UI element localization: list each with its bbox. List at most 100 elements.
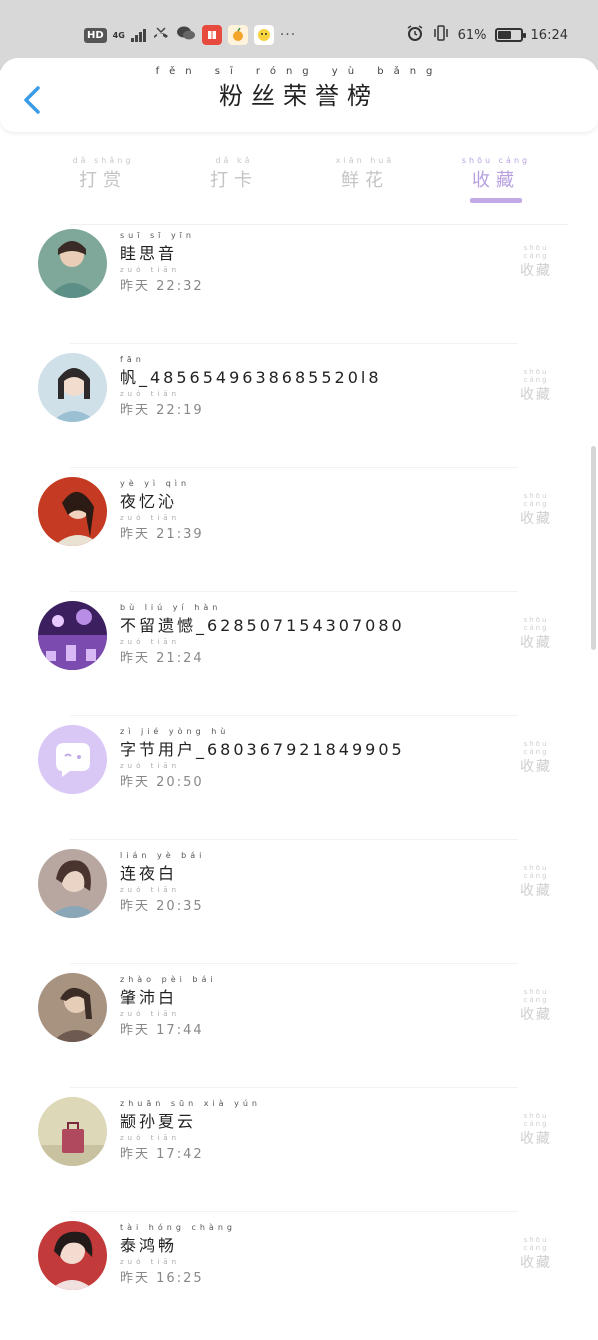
favorite-label: shōu cáng 收藏 — [514, 1112, 558, 1148]
list-item[interactable]: bù liú yí hàn 不留遗憾_628507154307080 zuó t… — [0, 596, 598, 720]
action-text: 收藏 — [520, 1007, 552, 1023]
avatar[interactable] — [38, 1097, 107, 1166]
tab-tip[interactable]: dǎ shǎng 打赏 — [58, 156, 148, 192]
tab-label: 打赏 — [79, 170, 127, 191]
divider — [70, 1087, 518, 1088]
tab-flowers[interactable]: xiān huā 鲜花 — [320, 156, 410, 192]
divider — [70, 467, 518, 468]
more-notifications-icon: ··· — [279, 27, 297, 43]
list-item[interactable]: zì jié yòng hù 字节用户_680367921849905 zuó … — [0, 720, 598, 844]
name-pinyin: suī sī yīn — [120, 231, 195, 240]
list-item[interactable]: tài hóng chàng 泰鸿畅 zuó tiān 昨天 16:25 shō… — [0, 1216, 598, 1340]
time-pinyin: zuó tiān — [120, 266, 181, 274]
timestamp: 昨天 17:42 — [120, 1143, 204, 1162]
time-pinyin: zuó tiān — [120, 1010, 181, 1018]
timestamp: 昨天 20:50 — [120, 771, 204, 790]
name-pinyin: zhuān sūn xià yún — [120, 1099, 261, 1108]
user-name: 连夜白 — [120, 864, 178, 883]
favorite-label: shōu cáng 收藏 — [514, 492, 558, 528]
favorite-label: shōu cáng 收藏 — [514, 740, 558, 776]
avatar[interactable] — [38, 725, 107, 794]
battery-percent: 61% — [457, 27, 487, 43]
tab-checkin[interactable]: dǎ kǎ 打卡 — [189, 156, 279, 192]
name-pinyin: zì jié yòng hù — [120, 727, 230, 736]
missed-call-icon — [152, 25, 170, 45]
divider — [70, 839, 518, 840]
name-pinyin: bù liú yí hàn — [120, 603, 222, 612]
action-pinyin: shōu cáng — [523, 1236, 549, 1252]
list-item[interactable]: zhuān sūn xià yún 颛孙夏云 zuó tiān 昨天 17:42… — [0, 1092, 598, 1216]
action-text: 收藏 — [520, 511, 552, 527]
action-pinyin: shōu cáng — [523, 616, 549, 632]
timestamp: 昨天 17:44 — [120, 1019, 204, 1038]
time-value: 21:24 — [156, 651, 204, 666]
favorite-label: shōu cáng 收藏 — [514, 988, 558, 1024]
favorite-label: shōu cáng 收藏 — [514, 616, 558, 652]
tab-pinyin: dǎ kǎ — [215, 156, 253, 165]
timestamp: 昨天 16:25 — [120, 1267, 204, 1286]
divider — [70, 1211, 518, 1212]
list-item[interactable]: yè yì qìn 夜忆沁 zuó tiān 昨天 21:39 shōu cán… — [0, 472, 598, 596]
action-text: 收藏 — [520, 635, 552, 651]
action-pinyin: shōu cáng — [523, 740, 549, 756]
list-item[interactable]: zhào pèi bái 肇沛白 zuó tiān 昨天 17:44 shōu … — [0, 968, 598, 1092]
avatar[interactable] — [38, 353, 107, 422]
list-item[interactable]: fān 帆_4856549638685520l8 zuó tiān 昨天 22:… — [0, 348, 598, 472]
avatar[interactable] — [38, 973, 107, 1042]
day-label: 昨天 — [120, 775, 151, 790]
action-pinyin: shōu cáng — [523, 492, 549, 508]
action-text: 收藏 — [520, 759, 552, 775]
user-name: 不留遗憾_628507154307080 — [120, 616, 405, 635]
status-bar-left: HD 4G ··· — [84, 22, 296, 48]
divider — [70, 715, 518, 716]
signal-icon — [130, 28, 146, 42]
time-value: 20:35 — [156, 899, 204, 914]
day-label: 昨天 — [120, 279, 151, 294]
name-pinyin: zhào pèi bái — [120, 975, 217, 984]
day-label: 昨天 — [120, 1023, 151, 1038]
timestamp: 昨天 22:32 — [120, 275, 204, 294]
time-pinyin: zuó tiān — [120, 1134, 181, 1142]
name-pinyin: fān — [120, 355, 145, 364]
favorite-label: shōu cáng 收藏 — [514, 368, 558, 404]
time-pinyin: zuó tiān — [120, 638, 181, 646]
user-name: 颛孙夏云 — [120, 1112, 197, 1131]
day-label: 昨天 — [120, 651, 151, 666]
divider — [70, 963, 518, 964]
time-pinyin: zuó tiān — [120, 390, 181, 398]
name-pinyin: tài hóng chàng — [120, 1223, 236, 1232]
tab-label: 鲜花 — [341, 170, 389, 191]
status-bar-right: 61% 16:24 — [406, 22, 568, 48]
timestamp: 昨天 22:19 — [120, 399, 204, 418]
user-name: 夜忆沁 — [120, 492, 178, 511]
time-value: 22:32 — [156, 279, 204, 294]
day-label: 昨天 — [120, 1147, 151, 1162]
user-name: 眭思音 — [120, 244, 178, 263]
action-text: 收藏 — [520, 387, 552, 403]
day-label: 昨天 — [120, 899, 151, 914]
active-tab-indicator — [470, 198, 522, 203]
scrollbar[interactable] — [591, 446, 596, 650]
action-pinyin: shōu cáng — [523, 1112, 549, 1128]
avatar[interactable] — [38, 849, 107, 918]
wechat-icon — [176, 25, 196, 45]
day-label: 昨天 — [120, 527, 151, 542]
list-item[interactable]: lián yè bái 连夜白 zuó tiān 昨天 20:35 shōu c… — [0, 844, 598, 968]
avatar[interactable] — [38, 229, 107, 298]
time-pinyin: zuó tiān — [120, 762, 181, 770]
tab-pinyin: shōu cáng — [461, 156, 531, 165]
user-name: 字节用户_680367921849905 — [120, 740, 405, 759]
tab-label: 收藏 — [472, 170, 520, 191]
alarm-icon — [406, 24, 424, 46]
avatar[interactable] — [38, 477, 107, 546]
tab-label: 打卡 — [210, 170, 258, 191]
tab-favorites[interactable]: shōu cáng 收藏 — [451, 156, 541, 192]
avatar[interactable] — [38, 601, 107, 670]
name-pinyin: yè yì qìn — [120, 479, 191, 488]
timestamp: 昨天 21:39 — [120, 523, 204, 542]
name-pinyin: lián yè bái — [120, 851, 206, 860]
time-pinyin: zuó tiān — [120, 514, 181, 522]
list-item[interactable]: suī sī yīn 眭思音 zuó tiān 昨天 22:32 shōu cá… — [0, 224, 598, 348]
user-name: 泰鸿畅 — [120, 1236, 178, 1255]
user-name: 帆_4856549638685520l8 — [120, 368, 382, 387]
